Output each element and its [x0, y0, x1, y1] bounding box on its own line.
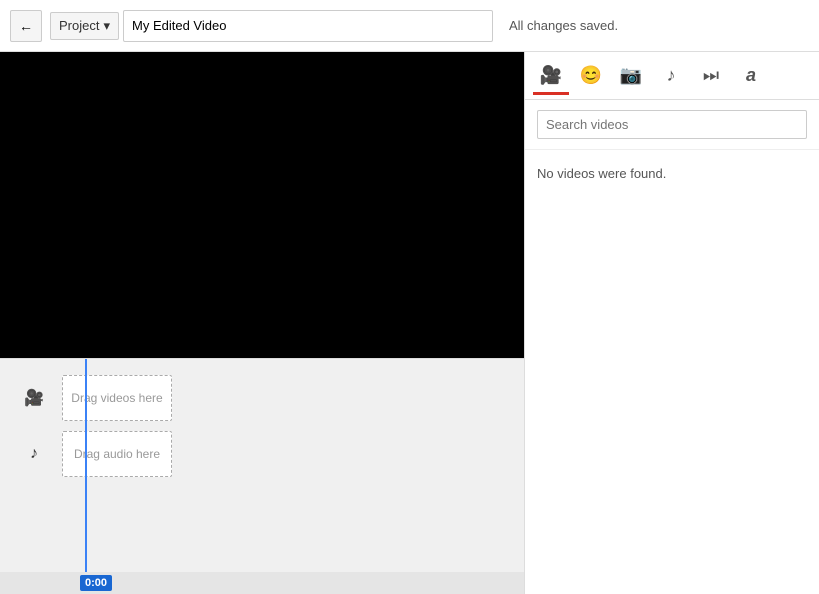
no-results-message: No videos were found.	[525, 150, 819, 197]
video-tab-icon: 🎥	[540, 65, 562, 86]
dropdown-arrow-icon: ▾	[103, 18, 110, 34]
text-tab-icon: a	[746, 65, 756, 86]
timeline: 🎥 Drag videos here ♪ Drag audio here 0:0…	[0, 358, 524, 594]
left-panel: 🎥 Drag videos here ♪ Drag audio here 0:0…	[0, 52, 524, 594]
emoji-tab-icon: 😊	[580, 65, 602, 86]
music-tab-icon: ♪	[667, 65, 676, 86]
timeline-ruler: 0:00	[0, 572, 524, 594]
back-icon: ←	[19, 18, 33, 34]
video-track-icon: 🎥	[20, 388, 48, 408]
timeline-tracks: 🎥 Drag videos here ♪ Drag audio here	[0, 375, 524, 477]
project-label: Project	[59, 18, 99, 33]
audio-track-row: ♪ Drag audio here	[20, 431, 524, 477]
media-tabs: 🎥 😊 📷 ♪ ⏭ a	[525, 52, 819, 100]
video-drop-zone[interactable]: Drag videos here	[62, 375, 172, 421]
video-track-row: 🎥 Drag videos here	[20, 375, 524, 421]
tab-emoji[interactable]: 😊	[573, 58, 609, 94]
transition-tab-icon: ⏭	[703, 65, 719, 86]
search-input[interactable]	[537, 110, 807, 139]
search-area	[525, 100, 819, 150]
photo-tab-icon: 📷	[620, 65, 642, 86]
project-title-input[interactable]	[123, 10, 493, 42]
video-preview	[0, 52, 524, 358]
audio-drop-zone[interactable]: Drag audio here	[62, 431, 172, 477]
tab-photo[interactable]: 📷	[613, 58, 649, 94]
top-bar: ← Project ▾ All changes saved.	[0, 0, 819, 52]
audio-track-icon: ♪	[20, 445, 48, 463]
back-button[interactable]: ←	[10, 10, 42, 42]
playhead	[85, 359, 87, 594]
main-layout: 🎥 Drag videos here ♪ Drag audio here 0:0…	[0, 52, 819, 594]
tab-video[interactable]: 🎥	[533, 58, 569, 94]
right-panel: 🎥 😊 📷 ♪ ⏭ a No videos were found.	[524, 52, 819, 594]
save-status: All changes saved.	[509, 18, 618, 33]
tab-transition[interactable]: ⏭	[693, 58, 729, 94]
project-dropdown[interactable]: Project ▾	[50, 12, 119, 40]
tab-text[interactable]: a	[733, 58, 769, 94]
time-marker: 0:00	[80, 575, 112, 591]
tab-music[interactable]: ♪	[653, 58, 689, 94]
